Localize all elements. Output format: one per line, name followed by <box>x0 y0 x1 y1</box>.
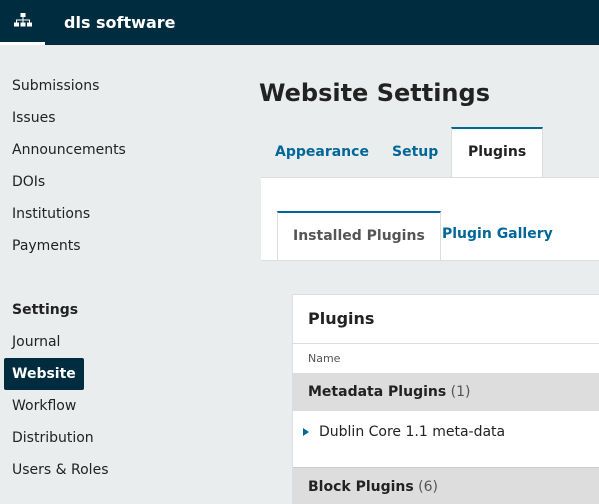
column-header-name: Name <box>293 343 599 373</box>
sidebar-item-submissions[interactable]: Submissions <box>4 70 107 102</box>
sidebar-item-institutions[interactable]: Institutions <box>4 198 98 230</box>
sidebar-item-users-roles[interactable]: Users & Roles <box>4 454 116 486</box>
sidebar-item-announcements[interactable]: Announcements <box>4 134 134 166</box>
sitemap-icon <box>13 13 32 27</box>
subtab-plugin-gallery[interactable]: Plugin Gallery <box>427 211 568 260</box>
category-name: Metadata Plugins <box>308 384 447 400</box>
main-content: Website Settings Appearance Setup Plugin… <box>245 45 599 504</box>
sidebar: Submissions Issues Announcements DOIs In… <box>0 45 245 504</box>
category-name: Block Plugins <box>308 479 414 495</box>
plugin-row[interactable]: Dublin Core 1.1 meta-data <box>293 411 599 453</box>
category-row: Metadata Plugins (1) <box>293 373 599 411</box>
top-bar: dls software <box>0 0 599 45</box>
tab-appearance[interactable]: Appearance <box>259 127 385 177</box>
home-button[interactable] <box>0 0 45 45</box>
sidebar-item-issues[interactable]: Issues <box>4 102 64 134</box>
installed-plugins-panel: Plugins Name Metadata Plugins (1) Dublin… <box>261 260 599 504</box>
grid-title: Plugins <box>308 309 375 328</box>
category-count: (1) <box>450 384 471 400</box>
sidebar-settings-heading: Settings <box>12 302 79 318</box>
plugins-panel: Installed Plugins Plugin Gallery Plugins… <box>261 177 599 504</box>
page-title: Website Settings <box>259 79 490 107</box>
sidebar-item-workflow[interactable]: Workflow <box>4 390 84 422</box>
sidebar-item-journal[interactable]: Journal <box>4 326 68 358</box>
sidebar-item-dois[interactable]: DOIs <box>4 166 53 198</box>
category-count: (6) <box>418 479 439 495</box>
plugins-grid: Plugins Name Metadata Plugins (1) Dublin… <box>292 294 599 504</box>
tab-setup[interactable]: Setup <box>376 127 454 177</box>
sidebar-item-website[interactable]: Website <box>4 358 84 390</box>
tab-plugins[interactable]: Plugins <box>451 127 544 178</box>
app-title: dls software <box>64 13 176 32</box>
plugin-name: Dublin Core 1.1 meta-data <box>319 424 506 440</box>
sidebar-item-distribution[interactable]: Distribution <box>4 422 102 454</box>
category-row: Block Plugins (6) <box>293 467 599 504</box>
expand-caret-icon[interactable] <box>303 428 309 436</box>
subtab-installed-plugins[interactable]: Installed Plugins <box>277 211 441 261</box>
sidebar-item-payments[interactable]: Payments <box>4 230 89 262</box>
